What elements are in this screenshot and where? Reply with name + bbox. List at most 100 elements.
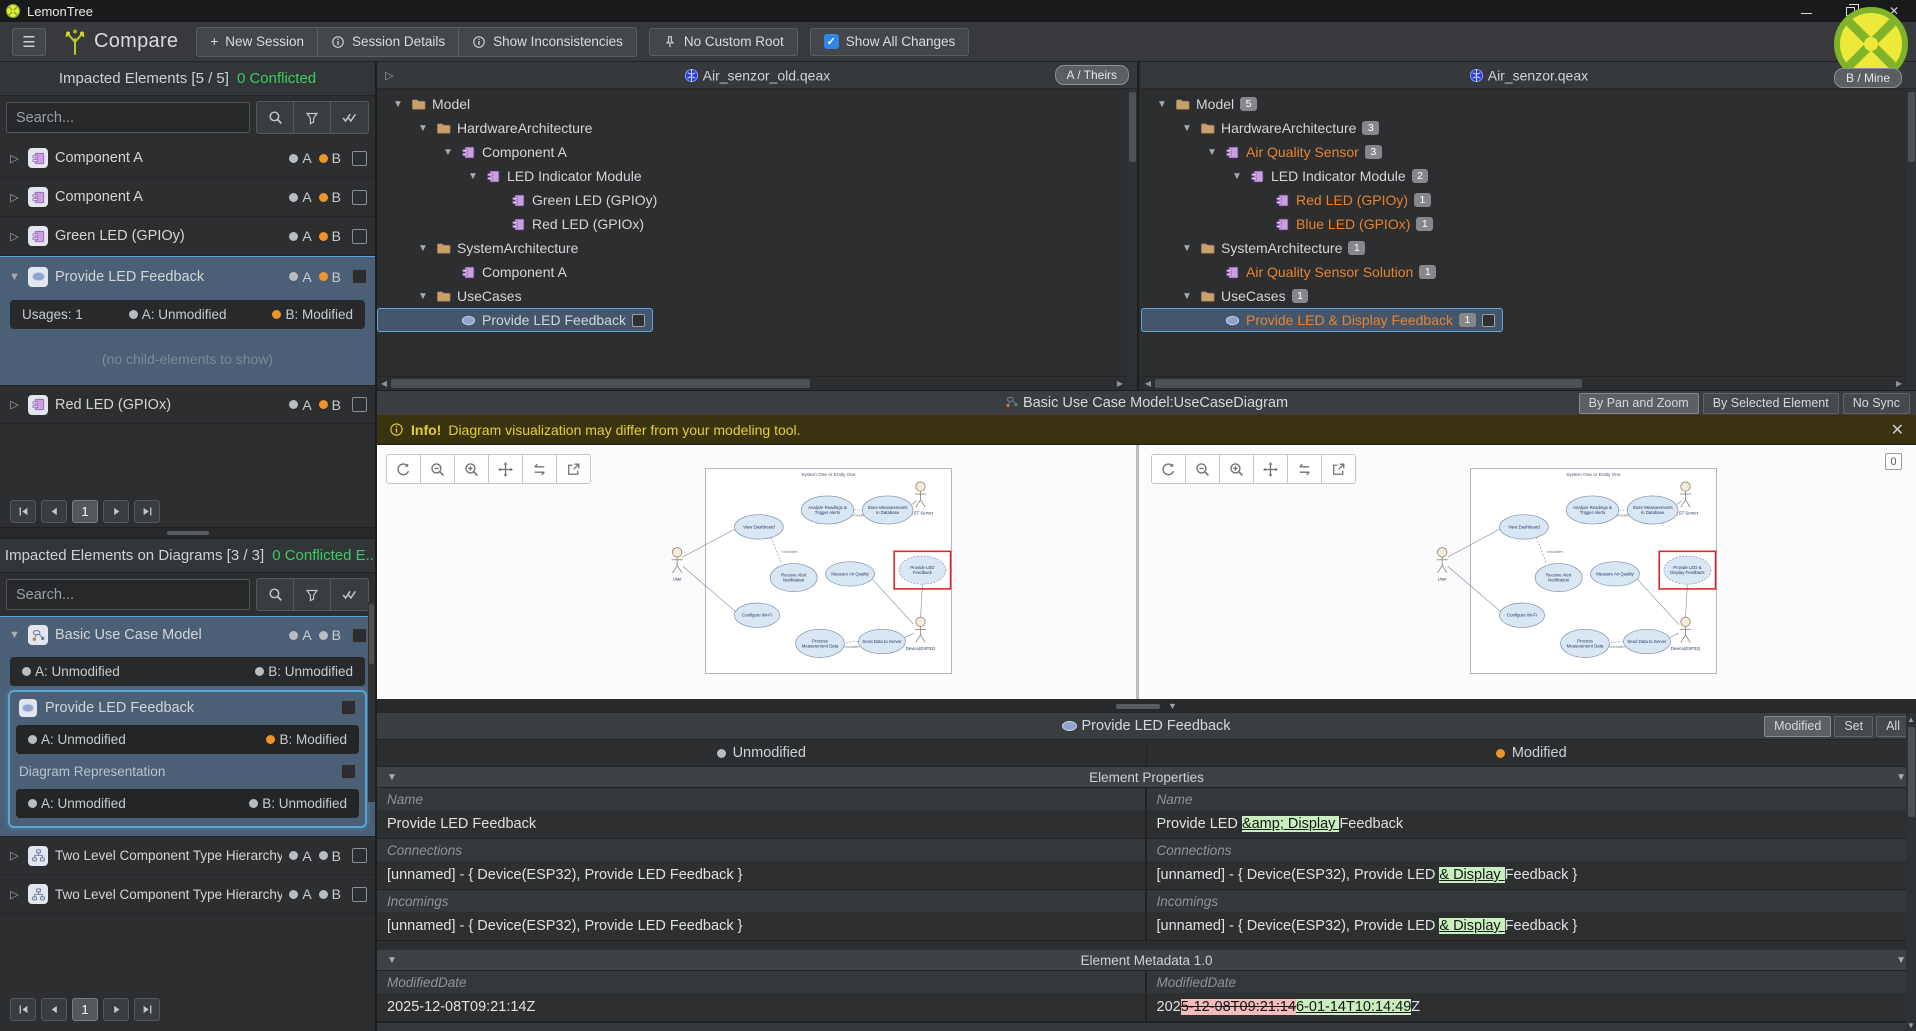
info-close-icon[interactable]: ✕ [1891,420,1904,440]
show-inconsistencies-button[interactable]: Show Inconsistencies [459,28,636,56]
reset-view-button[interactable] [1151,454,1186,484]
zoom-in-button[interactable] [454,454,489,484]
last-page-button[interactable] [134,500,160,523]
tree-row[interactable]: Red LED (GPIOy)1 [1141,188,1906,212]
show-all-changes-toggle[interactable]: ✓Show All Changes [810,28,970,56]
row-checkbox[interactable] [352,848,367,863]
impacted-row[interactable]: ▷ Green LED (GPIOy) A B [0,217,375,256]
expand-arrow-icon[interactable]: ▷ [8,191,21,204]
element-properties-band[interactable]: ▼ Element Properties ▼ [377,767,1916,788]
new-session-button[interactable]: +New Session [197,28,318,56]
tree-row[interactable]: ▼Air Quality Sensor3 [1141,140,1906,164]
sidebar-splitter[interactable] [0,527,375,539]
tree-row[interactable]: ▼HardwareArchitecture3 [1141,116,1906,140]
search-button[interactable] [257,579,294,610]
open-external-button[interactable] [556,454,591,484]
select-all-button[interactable] [331,102,368,133]
row-checkbox[interactable] [352,229,367,244]
row-checkbox[interactable] [1482,314,1495,327]
last-page-button[interactable] [134,998,160,1021]
diagram-row-selected[interactable]: ▼ Basic Use Case Model A B [0,617,375,653]
diagram-representation-row[interactable]: Diagram Representation [10,756,365,787]
search-button[interactable] [257,102,294,133]
tree-row[interactable]: ▼SystemArchitecture [377,236,1127,260]
sync-selected-element-button[interactable]: By Selected Element [1703,393,1839,414]
expand-arrow-icon[interactable]: ▷ [8,398,21,411]
swap-button[interactable] [522,454,557,484]
tree-row[interactable]: ▼Component A [377,140,1127,164]
reset-view-button[interactable] [386,454,421,484]
zoom-out-button[interactable] [1185,454,1220,484]
search-input[interactable] [6,102,250,133]
scroll-up-icon[interactable]: ▲ [1907,713,1915,725]
row-checkbox[interactable] [352,628,367,643]
tree-row[interactable]: Component A [377,260,1127,284]
tree-a-vscrollbar[interactable] [1127,89,1137,390]
row-checkbox[interactable] [352,151,367,166]
collapse-arrow-icon[interactable]: ▼ [1180,123,1194,134]
filter-all-button[interactable]: All [1876,716,1910,737]
collapse-section-icon[interactable]: ▼ [1896,772,1906,783]
sync-off-button[interactable]: No Sync [1843,393,1910,414]
zoom-in-button[interactable] [1219,454,1254,484]
row-checkbox[interactable] [341,764,356,779]
first-page-button[interactable] [10,998,36,1021]
filter-modified-button[interactable]: Modified [1764,716,1831,737]
swap-button[interactable] [1287,454,1322,484]
horizontal-splitter[interactable]: ▼ [377,699,1916,713]
zoom-out-button[interactable] [420,454,455,484]
row-checkbox[interactable] [632,314,645,327]
scroll-right-icon[interactable]: ▶ [1113,377,1127,390]
scroll-right-icon[interactable]: ▶ [1892,377,1906,390]
tree-row[interactable]: ▼SystemArchitecture1 [1141,236,1906,260]
tree-row[interactable]: Provide LED Feedback [377,308,653,332]
tree-row[interactable]: ▼UseCases [377,284,1127,308]
impacted-row[interactable]: ▷ Red LED (GPIOx) A B [0,385,375,424]
row-checkbox[interactable] [341,700,356,715]
row-checkbox[interactable] [352,190,367,205]
next-page-button[interactable] [103,998,129,1021]
tree-row[interactable]: Red LED (GPIOx) [377,212,1127,236]
collapse-arrow-icon[interactable]: ▼ [416,291,430,302]
filter-set-button[interactable]: Set [1834,716,1873,737]
prev-page-button[interactable] [41,500,67,523]
tree-row[interactable]: Blue LED (GPIOx)1 [1141,212,1906,236]
impacted-row-selected[interactable]: ▼ Provide LED Feedback A B [0,257,375,296]
collapse-section-icon[interactable]: ▼ [1896,955,1906,966]
diagram-row[interactable]: ▷ Two Level Component Type Hierarchy A B [0,836,375,875]
collapse-arrow-icon[interactable]: ▼ [441,147,455,158]
tree-row[interactable]: Air Quality Sensor Solution1 [1141,260,1906,284]
menu-button[interactable]: ☰ [12,28,46,56]
scroll-left-icon[interactable]: ◀ [377,377,391,390]
expand-arrow-icon[interactable]: ▷ [8,152,21,165]
pan-button[interactable] [488,454,523,484]
filter-button[interactable] [294,102,331,133]
collapse-section-icon[interactable]: ▼ [387,955,397,966]
row-checkbox[interactable] [352,887,367,902]
collapse-arrow-icon[interactable]: ▼ [8,271,21,283]
pan-button[interactable] [1253,454,1288,484]
tree-row[interactable]: Green LED (GPIOy) [377,188,1127,212]
row-checkbox[interactable] [352,397,367,412]
impacted-row[interactable]: ▷ Component A A B [0,139,375,178]
open-external-button[interactable] [1321,454,1356,484]
sync-pan-zoom-button[interactable]: By Pan and Zoom [1579,393,1699,414]
no-custom-root-button[interactable]: No Custom Root [649,28,798,56]
tree-row[interactable]: ▼LED Indicator Module2 [1141,164,1906,188]
select-all-button[interactable] [331,579,368,610]
properties-scrollbar[interactable]: ▲▼ [1906,713,1916,1031]
next-page-button[interactable] [103,500,129,523]
tree-row[interactable]: ▼UseCases1 [1141,284,1906,308]
expand-arrow-icon[interactable]: ▷ [8,230,21,243]
tree-row[interactable]: ▼Model5 [1141,92,1906,116]
sidebar-scrollbar[interactable] [368,602,375,802]
scroll-left-icon[interactable]: ◀ [1141,377,1155,390]
tree-b-hscrollbar[interactable]: ◀ ▶ [1141,376,1906,390]
collapse-arrow-icon[interactable]: ▼ [1155,99,1169,110]
tree-row[interactable]: ▼Model [377,92,1127,116]
collapse-arrow-icon[interactable]: ▼ [466,171,480,182]
minimize-button[interactable] [1784,0,1828,22]
impacted-row[interactable]: ▷ Component A A B [0,178,375,217]
element-metadata-band[interactable]: ▼ Element Metadata 1.0 ▼ [377,950,1916,971]
session-details-button[interactable]: Session Details [318,28,459,56]
